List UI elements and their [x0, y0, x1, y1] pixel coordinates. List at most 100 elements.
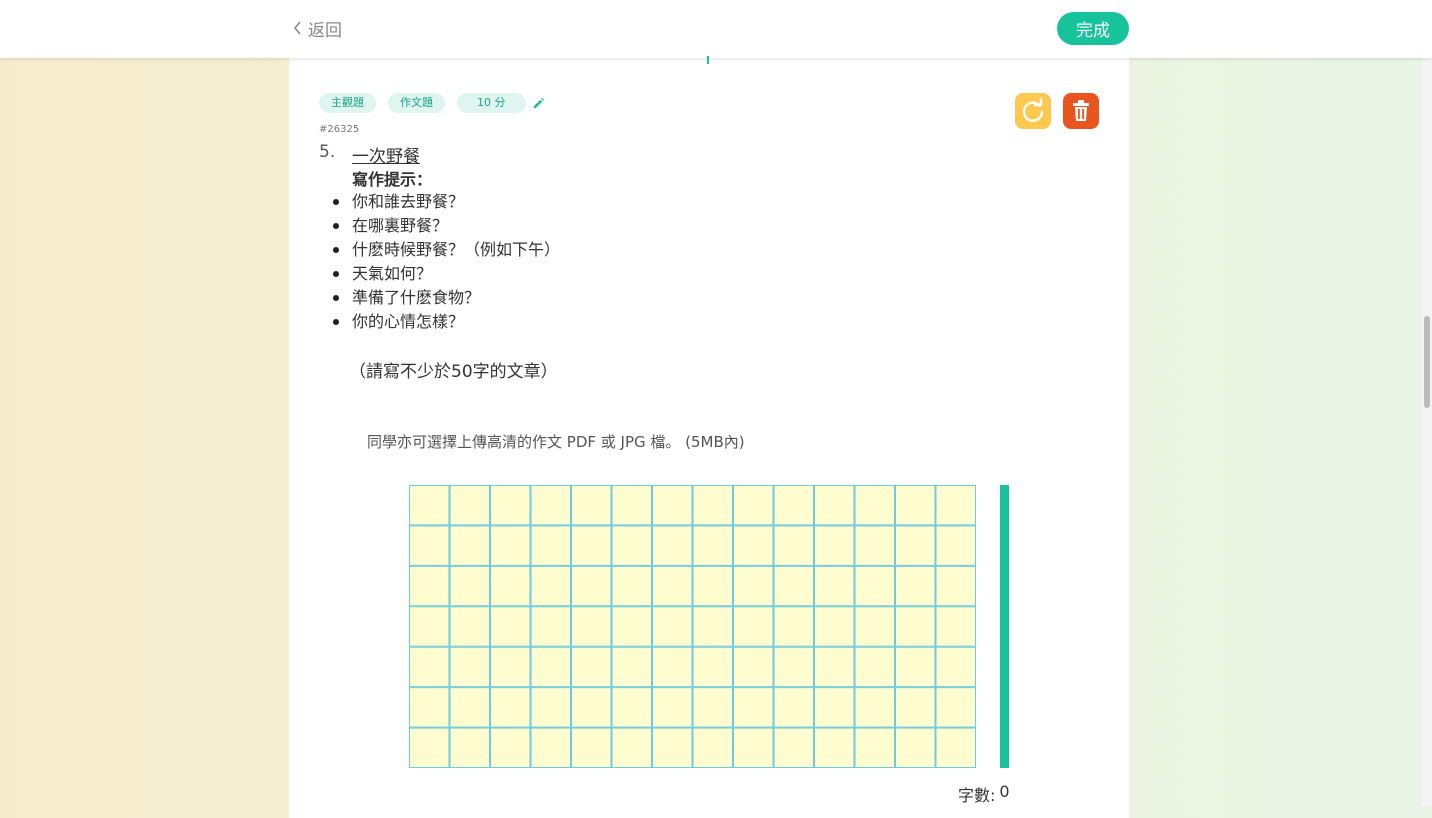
- grid-cell[interactable]: [854, 727, 895, 768]
- done-button[interactable]: 完成: [1057, 12, 1129, 45]
- grid-cell[interactable]: [814, 646, 855, 688]
- grid-cell[interactable]: [611, 646, 652, 688]
- grid-cell[interactable]: [611, 565, 652, 607]
- grid-cell[interactable]: [773, 727, 814, 768]
- grid-cell[interactable]: [409, 646, 450, 688]
- grid-cell[interactable]: [490, 525, 531, 566]
- grid-cell[interactable]: [814, 606, 855, 647]
- grid-cell[interactable]: [409, 525, 450, 566]
- pencil-icon[interactable]: [532, 97, 545, 110]
- grid-cell[interactable]: [733, 727, 774, 768]
- grid-cell[interactable]: [895, 646, 936, 688]
- grid-cell[interactable]: [652, 606, 693, 647]
- grid-cell[interactable]: [530, 525, 571, 566]
- grid-cell[interactable]: [814, 565, 855, 607]
- grid-cell[interactable]: [571, 646, 612, 688]
- grid-cell[interactable]: [692, 687, 733, 728]
- grid-cell[interactable]: [773, 687, 814, 728]
- grid-cell[interactable]: [652, 646, 693, 688]
- grid-cell[interactable]: [449, 606, 490, 647]
- writing-grid[interactable]: [409, 485, 976, 768]
- grid-cell[interactable]: [449, 485, 490, 526]
- grid-cell[interactable]: [530, 727, 571, 768]
- delete-button[interactable]: [1063, 93, 1099, 129]
- grid-cell[interactable]: [611, 485, 652, 526]
- grid-cell[interactable]: [895, 485, 936, 526]
- grid-cell[interactable]: [733, 525, 774, 566]
- scrollbar-thumb[interactable]: [1424, 316, 1430, 408]
- grid-cell[interactable]: [935, 727, 976, 768]
- grid-cell[interactable]: [854, 606, 895, 647]
- grid-cell[interactable]: [773, 525, 814, 566]
- grid-cell[interactable]: [895, 565, 936, 607]
- grid-cell[interactable]: [895, 727, 936, 768]
- grid-cell[interactable]: [449, 687, 490, 728]
- grid-cell[interactable]: [733, 687, 774, 728]
- grid-cell[interactable]: [652, 565, 693, 607]
- grid-cell[interactable]: [530, 565, 571, 607]
- grid-cell[interactable]: [692, 727, 733, 768]
- grid-cell[interactable]: [854, 687, 895, 728]
- grid-cell[interactable]: [449, 727, 490, 768]
- grid-cell[interactable]: [409, 565, 450, 607]
- grid-cell[interactable]: [814, 687, 855, 728]
- grid-cell[interactable]: [530, 646, 571, 688]
- grid-cell[interactable]: [490, 646, 531, 688]
- grid-cell[interactable]: [733, 565, 774, 607]
- grid-cell[interactable]: [611, 687, 652, 728]
- grid-scroll-bar[interactable]: [1000, 485, 1009, 768]
- grid-cell[interactable]: [449, 565, 490, 607]
- grid-cell[interactable]: [571, 525, 612, 566]
- grid-cell[interactable]: [611, 727, 652, 768]
- grid-cell[interactable]: [571, 687, 612, 728]
- grid-cell[interactable]: [854, 565, 895, 607]
- grid-cell[interactable]: [530, 687, 571, 728]
- refresh-button[interactable]: [1015, 93, 1051, 129]
- page-scrollbar[interactable]: [1422, 58, 1432, 806]
- grid-cell[interactable]: [814, 485, 855, 526]
- grid-cell[interactable]: [692, 606, 733, 647]
- grid-cell[interactable]: [773, 646, 814, 688]
- grid-cell[interactable]: [490, 606, 531, 647]
- grid-cell[interactable]: [490, 565, 531, 607]
- grid-cell[interactable]: [895, 687, 936, 728]
- grid-cell[interactable]: [935, 485, 976, 526]
- grid-cell[interactable]: [733, 646, 774, 688]
- grid-cell[interactable]: [530, 606, 571, 647]
- grid-cell[interactable]: [854, 646, 895, 688]
- grid-cell[interactable]: [733, 606, 774, 647]
- grid-cell[interactable]: [935, 646, 976, 688]
- grid-cell[interactable]: [571, 606, 612, 647]
- grid-cell[interactable]: [854, 525, 895, 566]
- grid-cell[interactable]: [895, 606, 936, 647]
- grid-cell[interactable]: [490, 485, 531, 526]
- grid-cell[interactable]: [409, 485, 450, 526]
- grid-cell[interactable]: [814, 525, 855, 566]
- grid-cell[interactable]: [773, 606, 814, 647]
- grid-cell[interactable]: [814, 727, 855, 768]
- grid-cell[interactable]: [652, 727, 693, 768]
- grid-cell[interactable]: [692, 485, 733, 526]
- grid-cell[interactable]: [692, 525, 733, 566]
- grid-cell[interactable]: [409, 687, 450, 728]
- grid-cell[interactable]: [409, 606, 450, 647]
- grid-cell[interactable]: [571, 565, 612, 607]
- grid-cell[interactable]: [652, 485, 693, 526]
- grid-cell[interactable]: [733, 485, 774, 526]
- grid-cell[interactable]: [490, 687, 531, 728]
- back-button[interactable]: 返回: [292, 16, 342, 41]
- grid-cell[interactable]: [692, 646, 733, 688]
- grid-cell[interactable]: [611, 606, 652, 647]
- grid-cell[interactable]: [652, 525, 693, 566]
- grid-cell[interactable]: [652, 687, 693, 728]
- grid-cell[interactable]: [935, 687, 976, 728]
- grid-cell[interactable]: [449, 646, 490, 688]
- grid-cell[interactable]: [773, 485, 814, 526]
- grid-cell[interactable]: [611, 525, 652, 566]
- grid-cell[interactable]: [692, 565, 733, 607]
- grid-cell[interactable]: [773, 565, 814, 607]
- grid-cell[interactable]: [854, 485, 895, 526]
- grid-cell[interactable]: [935, 565, 976, 607]
- grid-cell[interactable]: [571, 485, 612, 526]
- grid-cell[interactable]: [449, 525, 490, 566]
